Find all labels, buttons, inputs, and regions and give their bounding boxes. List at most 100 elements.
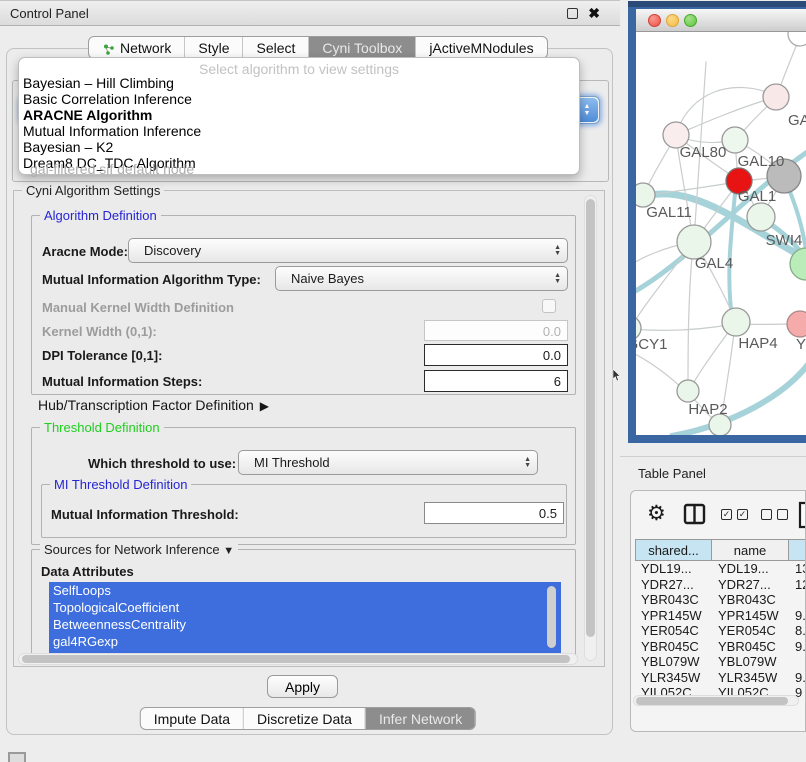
table-row[interactable]: YDL19...YDL19...13 (635, 561, 806, 577)
table-cell: YBR045C (635, 639, 712, 655)
checked-column-icon[interactable]: ✓ (737, 509, 748, 520)
table-cell: YBL079W (635, 654, 712, 670)
panel-corner-button[interactable] (8, 752, 26, 762)
control-panel-tabbar: NetworkStyleSelectCyni ToolboxjActiveMNo… (88, 36, 548, 59)
tab-style[interactable]: Style (184, 37, 242, 58)
algorithm-popup-item[interactable]: ARACNE Algorithm (19, 107, 579, 123)
table-cell: YPR145W (635, 608, 712, 624)
kernel-width-label: Kernel Width (0,1): (42, 324, 157, 339)
table-horizontal-scrollbar[interactable] (633, 695, 799, 706)
network-window-titlebar[interactable] (636, 9, 806, 32)
dpi-tolerance-label: DPI Tolerance [0,1]: (42, 348, 162, 363)
scrollbar-thumb[interactable] (636, 697, 788, 705)
expanded-arrow-icon[interactable]: ▼ (223, 545, 234, 557)
data-attributes-list[interactable]: SelfLoopsTopologicalCoefficientBetweenne… (49, 582, 561, 658)
unchecked-column-icon[interactable] (777, 509, 788, 520)
settings-horizontal-scrollbar[interactable] (18, 653, 578, 665)
close-icon[interactable]: ✖ (588, 5, 600, 22)
table-cell: YDR27... (635, 577, 712, 593)
tab-infer-network[interactable]: Infer Network (365, 708, 475, 729)
algorithm-popup-item[interactable]: Bayesian – K2 (19, 139, 579, 155)
algorithm-popup-item[interactable]: Bayesian – Hill Climbing (19, 75, 579, 91)
network-edge-thick[interactable] (729, 184, 736, 324)
tab-select[interactable]: Select (242, 37, 308, 58)
algorithm-popup-item[interactable]: Basic Correlation Inference (19, 91, 579, 107)
unchecked-column-icon[interactable] (761, 509, 772, 520)
settings-vertical-scrollbar[interactable] (584, 195, 597, 661)
table-row[interactable]: YBR043CYBR043C (635, 592, 806, 608)
checked-column-icon[interactable]: ✓ (721, 509, 732, 520)
data-attribute-item[interactable]: BetweennessCentrality (49, 616, 561, 633)
mi-threshold-field[interactable]: 0.5 (424, 502, 564, 524)
which-threshold-combo[interactable]: MI Threshold ▲▼ (238, 450, 538, 475)
scrollbar-thumb[interactable] (586, 199, 595, 637)
dpi-tolerance-field[interactable]: 0.0 (424, 344, 568, 366)
kernel-width-field[interactable]: 0.0 (424, 320, 568, 341)
tab-jactivemnodules[interactable]: jActiveMNodules (415, 37, 546, 58)
scrollbar-thumb[interactable] (22, 655, 570, 663)
column-header[interactable] (789, 539, 806, 561)
network-icon (102, 43, 115, 56)
network-edge[interactable] (636, 324, 734, 330)
close-traffic-light-icon[interactable] (648, 14, 661, 27)
float-window-icon[interactable] (567, 8, 578, 19)
hub-definition-label: Hub/Transcription Factor Definition (38, 397, 254, 413)
network-node[interactable] (787, 311, 806, 337)
combo-stepper-icon: ▲▼ (554, 239, 561, 262)
data-attribute-item[interactable]: gal4RGexp (49, 633, 561, 650)
tab-cyni-toolbox[interactable]: Cyni Toolbox (308, 37, 415, 58)
column-header[interactable]: name (712, 539, 789, 561)
tab-impute-data[interactable]: Impute Data (141, 708, 243, 729)
apply-button[interactable]: Apply (267, 675, 338, 698)
algorithm-dropdown-popup: Select algorithm to view settings Bayesi… (18, 57, 580, 175)
table-row[interactable]: YDR27...YDR27...12 (635, 577, 806, 593)
network-node[interactable] (763, 84, 789, 110)
column-header[interactable]: shared... (635, 539, 712, 561)
table-cell: YDL19... (712, 561, 789, 577)
network-edge[interactable] (676, 87, 775, 133)
minimize-traffic-light-icon[interactable] (666, 14, 679, 27)
zoom-traffic-light-icon[interactable] (684, 14, 697, 27)
tab-network[interactable]: Network (89, 37, 184, 58)
node-label: SWI4 (766, 232, 803, 249)
table-cell: YBR045C (712, 639, 789, 655)
table-row[interactable]: YLR345WYLR345W9. (635, 670, 806, 686)
document-icon[interactable] (798, 501, 806, 529)
mi-steps-field[interactable]: 6 (424, 370, 568, 392)
tab-label: Discretize Data (257, 711, 352, 727)
network-canvas[interactable]: GALGAL80GAL10GAL1GAL11SWI4GAL4GCY1HAP4YH… (636, 32, 806, 435)
table-row[interactable]: YPR145WYPR145W9. (635, 608, 806, 624)
algorithm-popup-item[interactable]: Mutual Information Inference (19, 123, 579, 139)
table-panel-window: ⚙ ✓ ✓ shared...nameYDL19...YDL19...13YDR… (630, 490, 806, 732)
algorithm-definition-title: Algorithm Definition (40, 208, 161, 223)
data-attribute-item[interactable]: TopologicalCoefficient (49, 599, 561, 616)
network-edge[interactable] (688, 245, 693, 389)
settings-group-title: Cyni Algorithm Settings (22, 183, 164, 198)
table-header-row: shared...name (635, 539, 806, 561)
network-node[interactable] (788, 32, 806, 46)
mi-type-combo[interactable]: Naive Bayes ▲▼ (275, 266, 568, 291)
aracne-mode-combo[interactable]: Discovery ▲▼ (128, 238, 568, 263)
gear-icon[interactable]: ⚙ (647, 501, 666, 526)
table-row[interactable]: YBR045CYBR045C9. (635, 639, 806, 655)
manual-kernel-label: Manual Kernel Width Definition (42, 300, 234, 315)
network-node[interactable] (677, 380, 699, 402)
table-panel-title: Table Panel (638, 466, 706, 481)
network-source-combo-text: gal-filtered sif default node (30, 161, 194, 177)
network-edge[interactable] (646, 182, 737, 195)
network-edge[interactable] (678, 97, 776, 134)
network-node[interactable] (722, 308, 750, 336)
list-scrollbar-thumb[interactable] (547, 586, 556, 648)
network-node[interactable] (677, 225, 711, 259)
table-row[interactable]: YER054CYER054C8. (635, 623, 806, 639)
network-node[interactable] (747, 203, 775, 231)
popup-placeholder: Select algorithm to view settings (19, 61, 579, 75)
manual-kernel-checkbox[interactable] (542, 299, 556, 313)
hub-definition-toggle[interactable]: Hub/Transcription Factor Definition▶ (38, 397, 269, 413)
table-cell: 13 (789, 561, 806, 577)
data-attribute-item[interactable]: SelfLoops (49, 582, 561, 599)
table-cell: 9. (789, 670, 806, 686)
table-row[interactable]: YBL079WYBL079W (635, 654, 806, 670)
split-columns-icon[interactable] (683, 503, 707, 527)
tab-discretize-data[interactable]: Discretize Data (243, 708, 365, 729)
